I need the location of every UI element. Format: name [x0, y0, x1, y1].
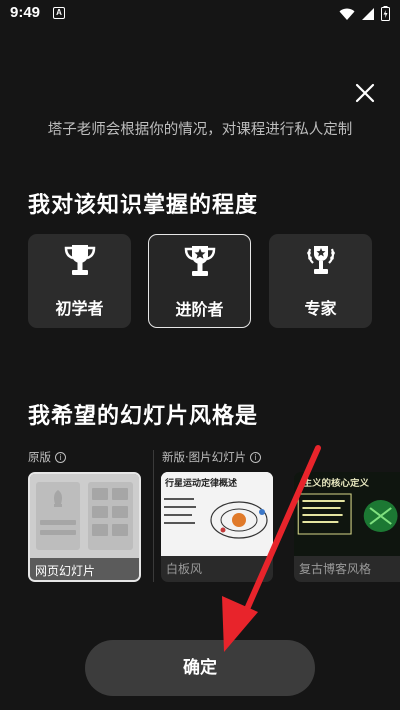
star-trophy-icon	[184, 246, 215, 276]
info-icon[interactable]: i	[55, 451, 66, 463]
confirm-button[interactable]: 确定	[85, 640, 315, 696]
battery-icon	[381, 6, 390, 21]
level-option-advanced[interactable]: 进阶者	[148, 234, 251, 328]
category-new-label: 新版·图片幻灯片	[162, 450, 247, 464]
status-icons	[339, 6, 390, 21]
level-option-expert[interactable]: 专家	[269, 234, 372, 328]
trophy-icon	[64, 245, 95, 275]
level-section-title: 我对该知识掌握的程度	[28, 193, 259, 218]
style-option-whiteboard[interactable]: 行星运动定律概述 白板风	[161, 472, 273, 582]
whiteboard-thumbnail: 行星运动定律概述	[161, 472, 273, 556]
status-time: 9:49	[10, 4, 41, 21]
web-slides-thumbnail	[30, 474, 139, 558]
annotation-arrow	[222, 445, 321, 652]
style-section-title: 我希望的幻灯片风格是	[28, 404, 259, 429]
category-original-label: 原版	[28, 450, 51, 464]
close-button[interactable]	[352, 80, 378, 106]
level-label: 专家	[304, 299, 337, 318]
style-option-web-slides[interactable]: 网页幻灯片	[28, 472, 141, 582]
signal-icon	[362, 7, 374, 20]
style-option-retro-blog[interactable]: 主义的核心定义 复古博客风格	[294, 472, 400, 582]
style-name: 网页幻灯片	[30, 558, 139, 580]
category-divider	[153, 450, 154, 582]
notification-a-icon: A	[53, 7, 65, 19]
category-original: 原版 i	[28, 449, 66, 465]
subtitle: 塔子老师会根据你的情况，对课程进行私人定制	[47, 122, 353, 138]
retro-blog-thumbnail: 主义的核心定义	[294, 472, 400, 556]
retro-thumb-title: 主义的核心定义	[302, 477, 369, 489]
info-icon[interactable]: i	[250, 451, 262, 463]
whiteboard-thumb-title: 行星运动定律概述	[164, 477, 237, 489]
wifi-icon	[339, 8, 355, 20]
level-label: 初学者	[55, 299, 104, 318]
level-option-beginner[interactable]: 初学者	[28, 234, 131, 328]
category-new: 新版·图片幻灯片 i	[162, 449, 262, 465]
laurel-trophy-icon	[306, 246, 335, 274]
style-name: 复古博客风格	[299, 562, 372, 576]
close-icon	[355, 83, 375, 103]
status-bar: 9:49 A	[0, 0, 400, 28]
level-label: 进阶者	[175, 300, 224, 319]
style-name: 白板风	[166, 562, 203, 576]
